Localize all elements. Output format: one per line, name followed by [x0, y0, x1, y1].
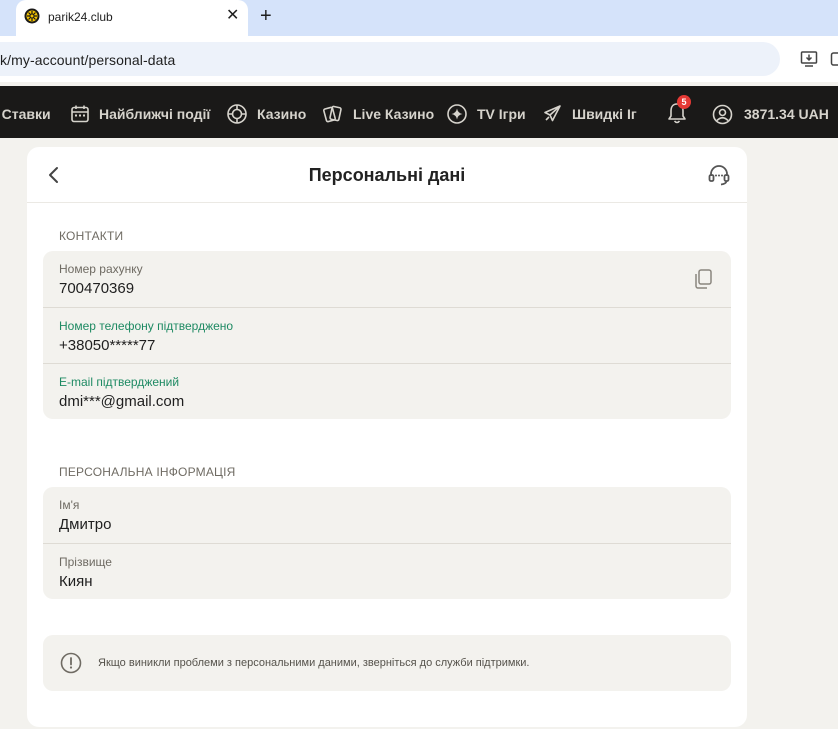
browser-tab[interactable]: parik24.club ✕ [16, 0, 248, 36]
first-name-value: Дмитро [59, 516, 112, 533]
support-headset-icon[interactable] [707, 163, 731, 187]
nav-item-label: Швидкі Іг [572, 106, 637, 122]
nav-item-live-casino[interactable]: Live Казино [322, 100, 434, 128]
nav-item-casino[interactable]: Казино [226, 100, 306, 128]
support-info-box: Якщо виникли проблеми з персональними да… [43, 635, 731, 691]
extension-icon[interactable] [830, 50, 838, 68]
notifications-badge: 5 [677, 95, 691, 109]
nav-item-tv-games[interactable]: TV Ігри [446, 100, 526, 128]
calendar-icon [71, 105, 89, 123]
casino-chip-icon [227, 104, 247, 124]
sparkle-icon [447, 104, 467, 124]
nav-item-label: е Ставки [0, 106, 51, 122]
last-name-value: Киян [59, 573, 93, 590]
browser-addressbar: k/my-account/personal-data [0, 36, 838, 82]
browser-tabstrip: parik24.club ✕ + [0, 0, 838, 36]
phone-verified-label: Номер телефону підтверджено [59, 319, 234, 333]
account-balance-button[interactable]: 3871.34 UAH [712, 100, 829, 128]
contacts-section-label: КОНТАКТИ [59, 229, 124, 243]
site-favicon-icon [24, 8, 40, 24]
nav-item-upcoming-events[interactable]: Найближчі події [70, 100, 210, 128]
user-icon [712, 104, 733, 124]
personal-data-card: Персональні дані КОНТАКТИ Номер рахунку … [27, 147, 747, 727]
account-number-value: 700470369 [59, 280, 135, 297]
rocket-icon [544, 105, 561, 122]
tab-title: parik24.club [48, 10, 113, 24]
last-name-label: Прізвище [59, 555, 112, 569]
personal-info-section-label: ПЕРСОНАЛЬНА ІНФОРМАЦІЯ [59, 465, 236, 479]
contacts-group: Номер рахунку 700470369 Номер телефону п… [43, 251, 731, 419]
site-navbar: е Ставки Найближчі події Казино Live Каз… [0, 82, 838, 138]
tab-close-icon[interactable]: ✕ [226, 7, 239, 25]
nav-item-label: Казино [257, 106, 307, 122]
first-name-label: Ім'я [59, 498, 80, 512]
last-name-row: Прізвище Киян [43, 543, 731, 599]
nav-item-label: Live Казино [353, 106, 435, 122]
nav-item-fast-games[interactable]: Швидкі Іг [541, 100, 641, 128]
account-number-label: Номер рахунку [59, 262, 143, 276]
card-header: Персональні дані [27, 147, 747, 203]
email-verified-label: E-mail підтверджений [59, 375, 180, 389]
page-title: Персональні дані [308, 165, 466, 185]
nav-item-label: TV Ігри [477, 106, 526, 122]
phone-value: +38050*****77 [59, 337, 156, 354]
url-text[interactable]: k/my-account/personal-data [0, 52, 175, 68]
phone-row: Номер телефону підтверджено +38050*****7… [43, 307, 731, 363]
nav-item-live-bets[interactable]: е Ставки [0, 100, 51, 128]
cards-icon [323, 105, 342, 123]
email-row: E-mail підтверджений dmi***@gmail.com [43, 363, 731, 419]
info-exclamation-icon [60, 652, 82, 674]
install-app-icon[interactable] [800, 50, 818, 68]
email-value: dmi***@gmail.com [59, 393, 185, 410]
balance-amount: 3871.34 UAH [744, 106, 829, 122]
copy-icon[interactable] [693, 268, 713, 290]
personal-info-group: Ім'я Дмитро Прізвище Киян [43, 487, 731, 599]
nav-item-label: Найближчі події [99, 106, 211, 122]
support-info-text: Якщо виникли проблеми з персональними да… [98, 657, 530, 669]
first-name-row: Ім'я Дмитро [43, 487, 731, 543]
new-tab-button[interactable]: + [260, 5, 272, 27]
account-number-row: Номер рахунку 700470369 [43, 251, 731, 307]
